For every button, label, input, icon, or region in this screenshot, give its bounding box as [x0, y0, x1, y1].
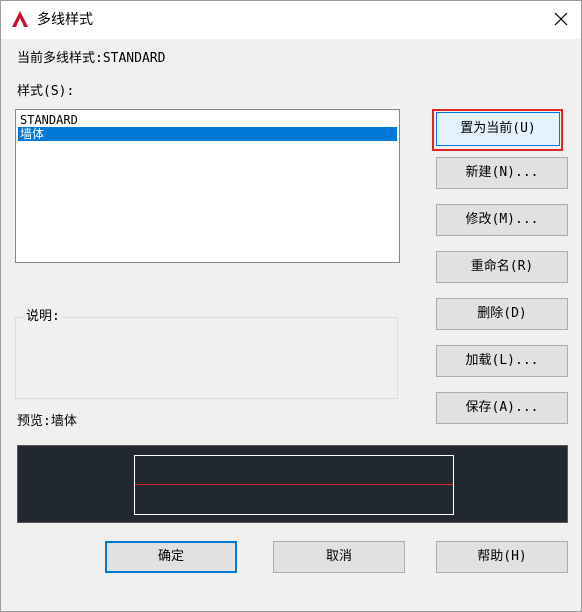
preview-centerline [135, 484, 453, 485]
preview-frame [134, 455, 454, 515]
multiline-style-dialog: 多线样式 当前多线样式:STANDARD 样式(S): STANDARD 墙体 … [0, 0, 582, 612]
ok-button[interactable]: 确定 [105, 541, 237, 573]
dialog-title: 多线样式 [37, 12, 93, 28]
annotation-highlight-box [432, 109, 563, 151]
preview-label: 预览:墙体 [17, 414, 77, 429]
styles-label: 样式(S): [17, 84, 75, 99]
multiline-preview [17, 445, 568, 523]
current-style-label: 当前多线样式:STANDARD [17, 51, 166, 66]
help-button[interactable]: 帮助(H) [436, 541, 568, 573]
delete-button[interactable]: 删除(D) [436, 298, 568, 330]
list-item-wall[interactable]: 墙体 [18, 127, 397, 141]
save-button[interactable]: 保存(A)... [436, 392, 568, 424]
title-bar: 多线样式 [1, 1, 581, 39]
rename-button[interactable]: 重命名(R) [436, 251, 568, 283]
close-button[interactable] [545, 5, 577, 35]
list-item-standard[interactable]: STANDARD [18, 113, 397, 127]
cancel-button[interactable]: 取消 [273, 541, 405, 573]
styles-listbox[interactable]: STANDARD 墙体 [15, 109, 400, 263]
autocad-logo-icon [11, 10, 29, 28]
description-label: 说明: [24, 309, 62, 325]
new-button[interactable]: 新建(N)... [436, 157, 568, 189]
modify-button[interactable]: 修改(M)... [436, 204, 568, 236]
close-icon [554, 11, 568, 30]
description-group: 说明: [15, 309, 398, 399]
load-button[interactable]: 加载(L)... [436, 345, 568, 377]
